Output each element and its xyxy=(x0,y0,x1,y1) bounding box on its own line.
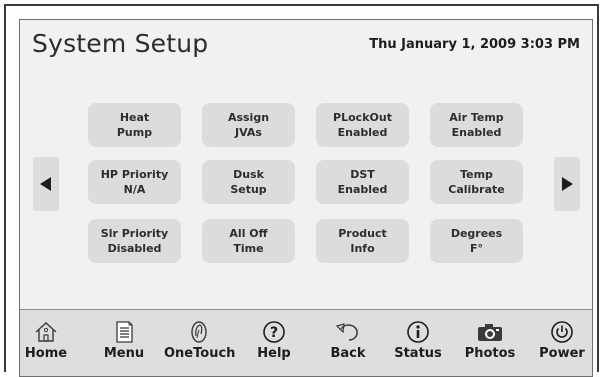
menu-label: Menu xyxy=(103,346,145,361)
date-time: Thu January 1, 2009 3:03 PM xyxy=(369,37,580,52)
button-line2: Pump xyxy=(116,126,153,139)
button-line1: Degrees xyxy=(450,227,503,240)
home-button[interactable]: Home xyxy=(20,310,72,376)
left-triangle-icon xyxy=(40,177,51,191)
header: System Setup Thu January 1, 2009 3:03 PM xyxy=(20,20,592,70)
button-line2: Enabled xyxy=(337,126,388,139)
button-line1: Dusk xyxy=(233,168,264,181)
slr-priority-button[interactable]: Slr Priority Disabled xyxy=(88,219,181,263)
assign-jvas-button[interactable]: Assign JVAs xyxy=(202,103,295,147)
button-line1: Air Temp xyxy=(449,111,504,124)
status-icon xyxy=(407,321,429,343)
bottom-toolbar: Home Menu OneTouch ? Help Back Status Ph… xyxy=(20,309,592,376)
next-page-button[interactable] xyxy=(554,157,580,211)
dst-button[interactable]: DST Enabled xyxy=(316,160,409,204)
back-label: Back xyxy=(330,346,366,361)
button-line1: Heat xyxy=(119,111,150,124)
button-line2: Enabled xyxy=(451,126,502,139)
power-label: Power xyxy=(539,346,585,361)
button-line1: Product xyxy=(338,227,387,240)
help-label: Help xyxy=(257,346,291,361)
temp-calibrate-button[interactable]: Temp Calibrate xyxy=(430,160,523,204)
button-line2: F° xyxy=(469,242,483,255)
heat-pump-button[interactable]: Heat Pump xyxy=(88,103,181,147)
home-label: Home xyxy=(24,346,68,361)
help-button[interactable]: ? Help xyxy=(248,310,300,376)
right-triangle-icon xyxy=(562,177,573,191)
back-icon xyxy=(335,323,358,341)
onetouch-label: OneTouch xyxy=(164,346,236,361)
button-line1: PLockOut xyxy=(333,111,392,124)
status-label: Status xyxy=(394,346,442,361)
onetouch-button[interactable]: OneTouch xyxy=(164,310,236,376)
home-icon xyxy=(35,322,57,342)
hp-priority-button[interactable]: HP Priority N/A xyxy=(88,160,181,204)
help-icon: ? xyxy=(263,321,285,343)
button-line2: Info xyxy=(350,242,375,255)
button-line2: Time xyxy=(233,242,264,255)
degrees-button[interactable]: Degrees F° xyxy=(430,219,523,263)
dusk-setup-button[interactable]: Dusk Setup xyxy=(202,160,295,204)
all-off-time-button[interactable]: All Off Time xyxy=(202,219,295,263)
button-line2: Enabled xyxy=(337,183,388,196)
camera-icon xyxy=(478,324,502,341)
button-line1: DST xyxy=(350,168,375,181)
air-temp-button[interactable]: Air Temp Enabled xyxy=(430,103,523,147)
back-button[interactable]: Back xyxy=(322,310,374,376)
photos-label: Photos xyxy=(464,346,516,361)
button-line2: Disabled xyxy=(107,242,162,255)
power-icon xyxy=(551,321,573,343)
button-line1: Temp xyxy=(460,168,493,181)
button-line1: All Off xyxy=(229,227,268,240)
product-info-button[interactable]: Product Info xyxy=(316,219,409,263)
plockout-button[interactable]: PLockOut Enabled xyxy=(316,103,409,147)
page-title: System Setup xyxy=(32,29,209,58)
onetouch-icon xyxy=(191,321,207,343)
button-line1: HP Priority xyxy=(100,168,169,181)
touch-screen: System Setup Thu January 1, 2009 3:03 PM… xyxy=(19,19,593,377)
button-line2: JVAs xyxy=(235,126,262,139)
button-line2: N/A xyxy=(123,183,146,196)
menu-button[interactable]: Menu xyxy=(98,310,150,376)
button-line1: Slr Priority xyxy=(100,227,169,240)
button-line2: Setup xyxy=(230,183,267,196)
button-line1: Assign xyxy=(227,111,270,124)
status-button[interactable]: Status xyxy=(390,310,446,376)
svg-text:?: ? xyxy=(270,325,278,341)
button-line2: Calibrate xyxy=(448,183,505,196)
photos-button[interactable]: Photos xyxy=(462,310,518,376)
power-button[interactable]: Power xyxy=(534,310,590,376)
previous-page-button[interactable] xyxy=(33,157,59,211)
menu-icon xyxy=(116,321,133,343)
